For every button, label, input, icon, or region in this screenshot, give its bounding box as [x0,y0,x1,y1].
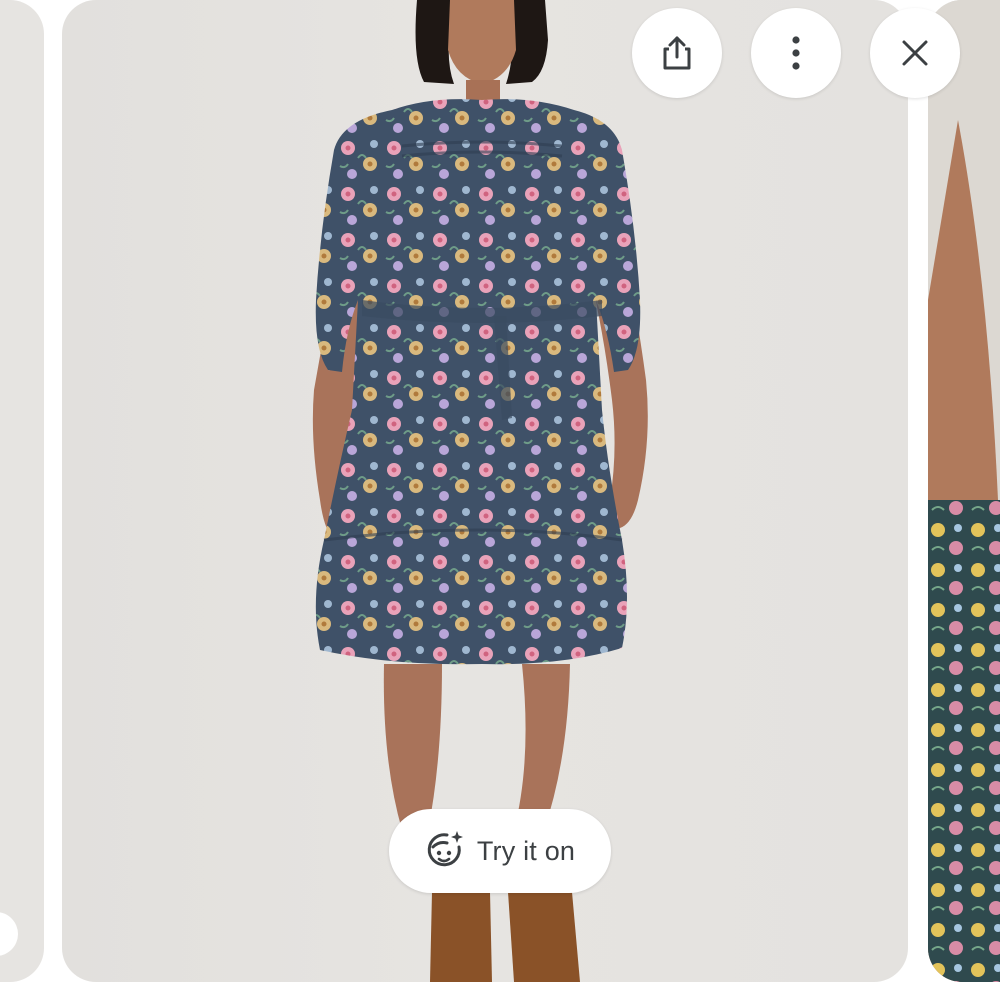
face-sparkle-icon [425,829,465,874]
previous-image-card[interactable] [0,0,44,982]
previous-card-edge [0,912,18,956]
close-button[interactable] [870,8,960,98]
more-options-button[interactable] [751,8,841,98]
next-dress-detail [928,0,1000,982]
try-it-on-label: Try it on [476,835,576,866]
share-button[interactable] [632,8,722,98]
share-icon [660,35,694,71]
try-it-on-button[interactable]: Try it on [389,809,611,893]
image-viewer: Try it on [0,0,1000,1000]
close-icon [901,39,929,67]
more-vert-icon [791,36,801,70]
next-image-card[interactable] [928,0,1000,982]
